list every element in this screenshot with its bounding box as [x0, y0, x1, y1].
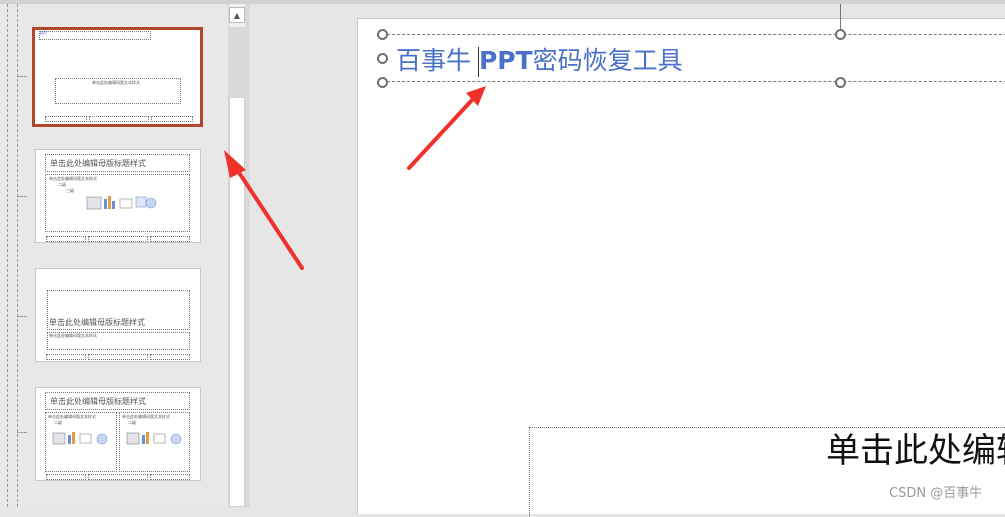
arrow-icon — [224, 150, 304, 270]
arrow-icon — [407, 86, 486, 170]
annotation-arrows — [224, 86, 486, 270]
watermark-text: CSDN @百事牛 — [889, 486, 983, 501]
